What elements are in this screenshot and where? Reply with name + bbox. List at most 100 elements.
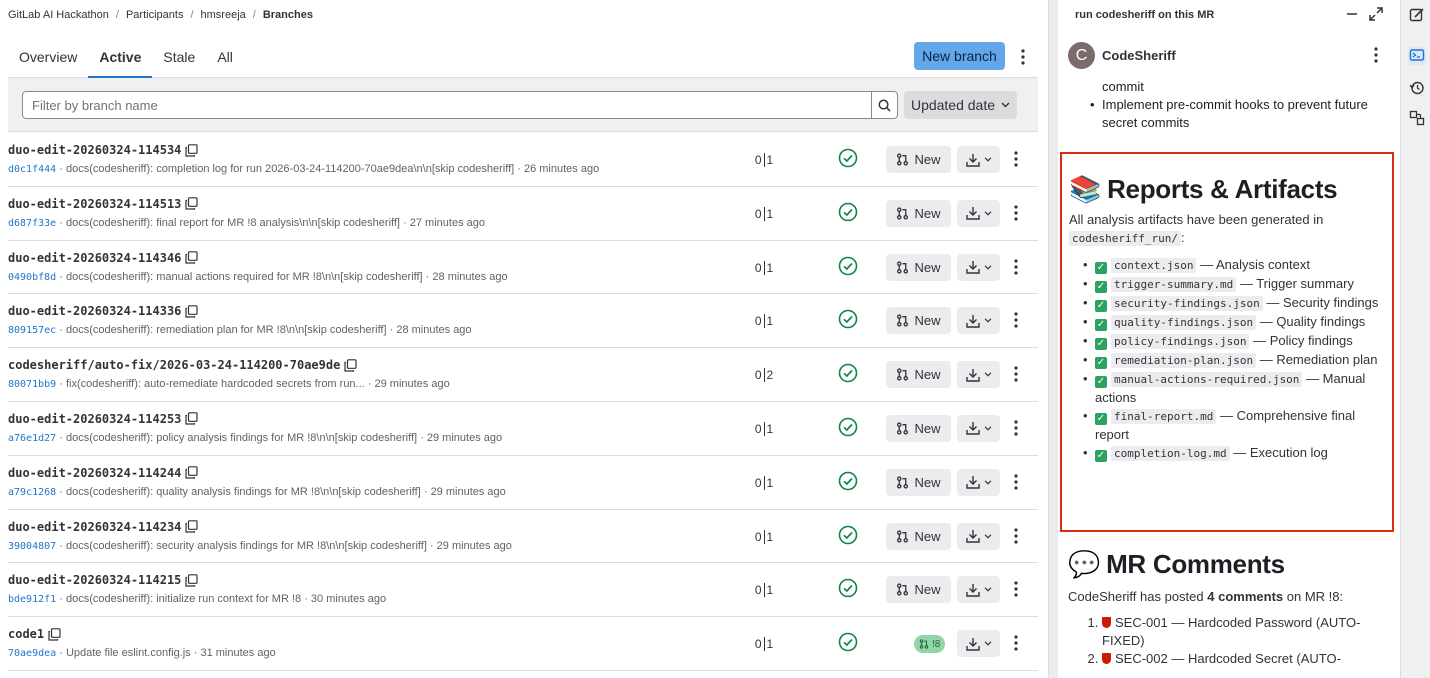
commit-message[interactable]: docs(codesheriff): initialize run contex… xyxy=(66,593,301,605)
commit-message[interactable]: docs(codesheriff): final report for MR !… xyxy=(66,217,400,229)
branch-actions-icon[interactable] xyxy=(1008,526,1024,546)
edit-icon[interactable] xyxy=(1408,6,1426,24)
new-merge-request-button[interactable]: New xyxy=(886,361,951,389)
expand-icon[interactable] xyxy=(1368,6,1384,22)
pipeline-passed-icon[interactable] xyxy=(838,471,858,491)
commit-sha-link[interactable]: 0490bf8d xyxy=(8,272,56,283)
pipeline-passed-icon[interactable] xyxy=(838,202,858,222)
copy-icon[interactable] xyxy=(185,305,198,318)
branch-actions-icon[interactable] xyxy=(1008,364,1024,384)
commit-sha-link[interactable]: 70ae9dea xyxy=(8,648,56,659)
new-merge-request-button[interactable]: New xyxy=(886,307,951,335)
download-dropdown[interactable] xyxy=(957,199,1000,227)
breadcrumb-project[interactable]: hmsreeja xyxy=(201,9,246,21)
pipeline-passed-icon[interactable] xyxy=(838,525,858,545)
download-dropdown[interactable] xyxy=(957,522,1000,550)
commit-sha-link[interactable]: bde912f1 xyxy=(8,594,56,605)
branch-actions-icon[interactable] xyxy=(1008,633,1024,653)
commit-sha-link[interactable]: 80071bb9 xyxy=(8,379,56,390)
new-merge-request-button[interactable]: New xyxy=(886,199,951,227)
new-merge-request-button[interactable]: New xyxy=(886,146,951,173)
minimize-icon[interactable] xyxy=(1344,6,1360,22)
copy-icon[interactable] xyxy=(344,358,357,372)
commit-sha-link[interactable]: a79c1268 xyxy=(8,487,56,498)
commit-message[interactable]: docs(codesheriff): completion log for ru… xyxy=(66,163,514,175)
commit-message[interactable]: docs(codesheriff): manual actions requir… xyxy=(66,271,423,283)
new-merge-request-button[interactable]: New xyxy=(886,468,951,496)
download-dropdown[interactable] xyxy=(957,414,1000,442)
download-dropdown[interactable] xyxy=(957,630,1000,658)
pipeline-passed-icon[interactable] xyxy=(838,578,858,598)
agent-menu-icon[interactable] xyxy=(1368,46,1384,64)
commit-message[interactable]: fix(codesheriff): auto-remediate hardcod… xyxy=(66,378,365,390)
breadcrumb-subgroup[interactable]: Participants xyxy=(126,9,183,21)
breadcrumb-group[interactable]: GitLab AI Hackathon xyxy=(8,9,109,21)
branch-actions-icon[interactable] xyxy=(1008,472,1024,492)
branch-name[interactable]: code1 xyxy=(8,627,61,641)
download-dropdown[interactable] xyxy=(957,468,1000,496)
copy-icon[interactable] xyxy=(185,574,198,587)
copy-icon[interactable] xyxy=(185,412,198,426)
download-dropdown[interactable] xyxy=(957,361,1000,389)
branch-actions-icon[interactable] xyxy=(1008,149,1024,169)
commit-message[interactable]: docs(codesheriff): quality analysis find… xyxy=(66,486,421,498)
commit-message[interactable]: docs(codesheriff): remediation plan for … xyxy=(66,324,387,336)
branch-name[interactable]: duo-edit-20260324-114215 xyxy=(8,573,198,587)
pipeline-passed-icon[interactable] xyxy=(838,363,858,383)
pipeline-passed-icon[interactable] xyxy=(838,632,858,652)
branch-name[interactable]: duo-edit-20260324-114336 xyxy=(8,304,198,318)
branch-name[interactable]: duo-edit-20260324-114534 xyxy=(8,143,198,157)
pipeline-passed-icon[interactable] xyxy=(838,148,858,168)
merge-request-badge[interactable]: !8 xyxy=(914,635,946,654)
copy-icon[interactable] xyxy=(185,251,198,264)
new-merge-request-button[interactable]: New xyxy=(886,253,951,281)
tab-all[interactable]: All xyxy=(206,36,244,77)
commit-sha-link[interactable]: a76e1d27 xyxy=(8,433,56,444)
commit-sha-link[interactable]: d687f33e xyxy=(8,218,56,229)
new-branch-button[interactable]: New branch xyxy=(914,42,1005,70)
tab-overview[interactable]: Overview xyxy=(8,36,88,77)
branch-name[interactable]: duo-edit-20260324-114244 xyxy=(8,466,198,480)
branch-actions-icon[interactable] xyxy=(1008,418,1024,438)
copy-icon[interactable] xyxy=(48,627,61,641)
branch-name[interactable]: duo-edit-20260324-114234 xyxy=(8,520,198,534)
download-dropdown[interactable] xyxy=(957,253,1000,281)
search-icon[interactable] xyxy=(871,91,898,119)
copy-icon[interactable] xyxy=(185,466,198,479)
sort-dropdown[interactable]: Updated date xyxy=(904,91,1017,119)
tab-stale[interactable]: Stale xyxy=(152,36,206,77)
download-dropdown[interactable] xyxy=(957,307,1000,335)
tab-active[interactable]: Active xyxy=(88,36,153,78)
copy-icon[interactable] xyxy=(185,143,198,157)
branch-actions-icon[interactable] xyxy=(1008,203,1024,223)
more-actions-icon[interactable] xyxy=(1014,46,1032,68)
pane-splitter[interactable] xyxy=(1048,0,1058,678)
copy-icon[interactable] xyxy=(185,197,198,210)
branch-name[interactable]: duo-edit-20260324-114513 xyxy=(8,197,198,211)
branch-actions-icon[interactable] xyxy=(1008,579,1024,599)
commit-sha-link[interactable]: 809157ec xyxy=(8,325,56,336)
history-icon[interactable] xyxy=(1408,79,1426,97)
pipeline-passed-icon[interactable] xyxy=(838,417,858,437)
pipeline-passed-icon[interactable] xyxy=(838,309,858,329)
download-dropdown[interactable] xyxy=(957,576,1000,604)
commit-message[interactable]: docs(codesheriff): policy analysis findi… xyxy=(66,432,417,444)
breadcrumb-current[interactable]: Branches xyxy=(263,9,313,21)
duo-chat-icon[interactable] xyxy=(1408,47,1426,65)
download-dropdown[interactable] xyxy=(957,146,1000,173)
new-merge-request-button[interactable]: New xyxy=(886,414,951,442)
commit-sha-link[interactable]: 39004807 xyxy=(8,541,56,552)
branch-actions-icon[interactable] xyxy=(1008,257,1024,277)
new-merge-request-button[interactable]: New xyxy=(886,522,951,550)
commit-message[interactable]: Update file eslint.config.js xyxy=(66,647,191,659)
commit-sha-link[interactable]: d0c1f444 xyxy=(8,164,56,175)
branch-name[interactable]: duo-edit-20260324-114253 xyxy=(8,412,198,426)
branch-filter-input[interactable]: Filter by branch name xyxy=(22,91,872,119)
commit-message[interactable]: docs(codesheriff): security analysis fin… xyxy=(66,540,427,552)
new-merge-request-button[interactable]: New xyxy=(886,576,951,604)
branch-name[interactable]: duo-edit-20260324-114346 xyxy=(8,251,198,265)
suggestions-icon[interactable] xyxy=(1408,109,1426,127)
copy-icon[interactable] xyxy=(185,520,198,533)
branch-actions-icon[interactable] xyxy=(1008,310,1024,330)
pipeline-passed-icon[interactable] xyxy=(838,256,858,276)
